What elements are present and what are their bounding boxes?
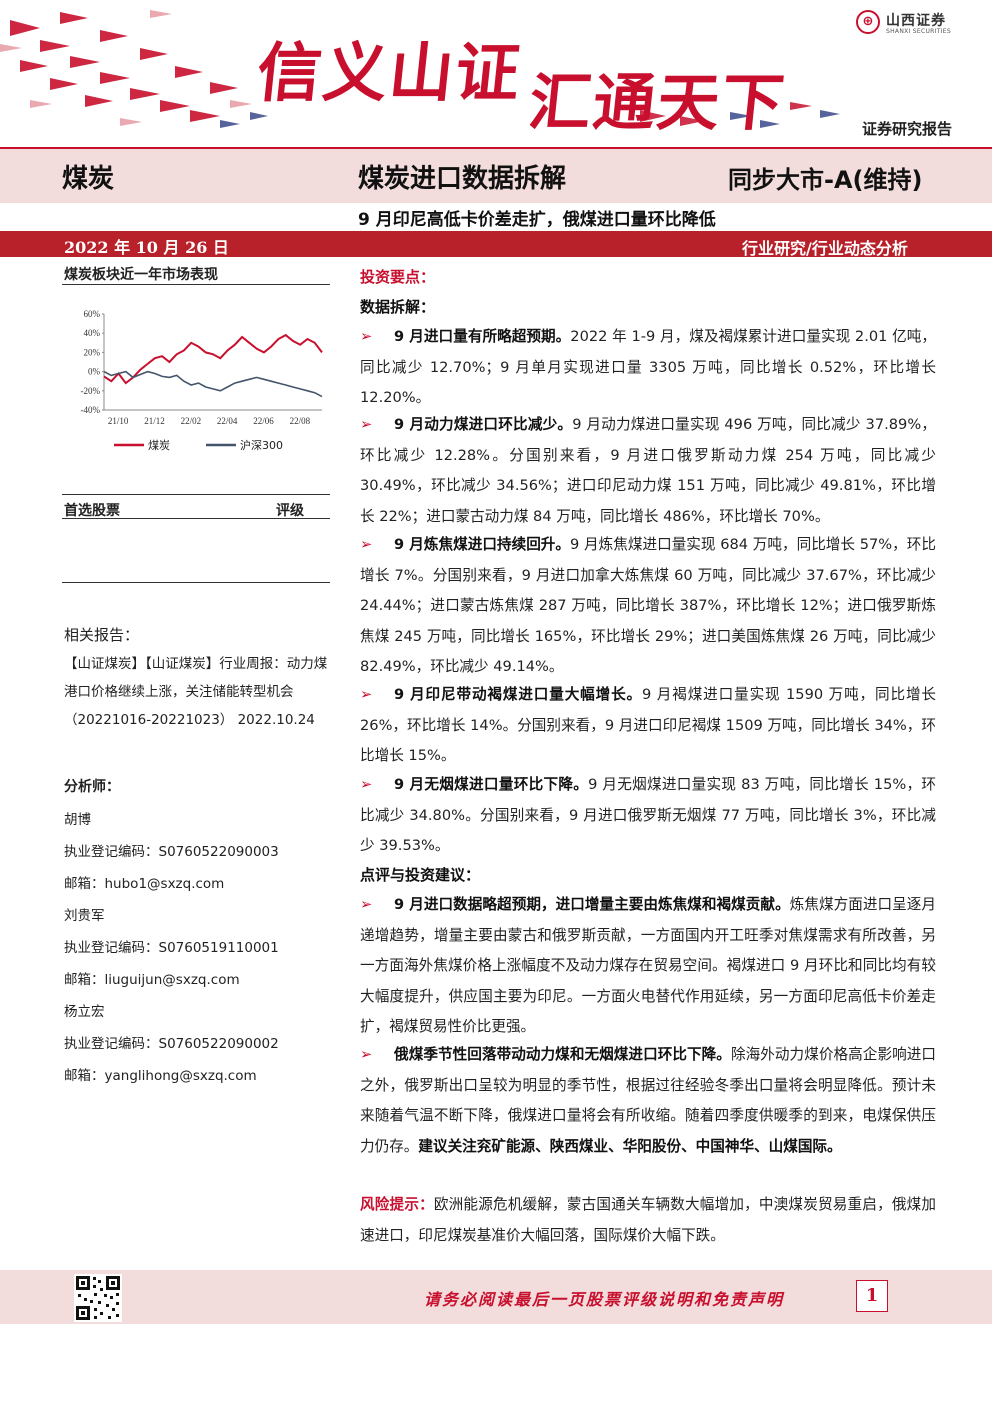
y-tick-label: 40% bbox=[84, 328, 101, 338]
header-banner: 信义山证 汇通天下 ⊕ 山西证券 SHANXI SECURITIES 证券研究报… bbox=[0, 0, 992, 148]
stock-header-left: 首选股票 bbox=[64, 503, 120, 519]
bullet-item: ➢ 9 月进口量有所略超预期。2022 年 1-9 月，煤及褐煤累计进口量实现 2… bbox=[360, 322, 936, 414]
divider bbox=[62, 494, 330, 495]
analyst-license: 执业登记编码：S0760522090003 bbox=[64, 844, 279, 860]
risk-warning: 风险提示：欧洲能源危机缓解，蒙古国通关车辆数大幅增加，中澳煤炭贸易重启，俄煤加速… bbox=[360, 1190, 936, 1251]
data-breakdown-title: 数据拆解： bbox=[360, 298, 436, 316]
slogan-part1: 信义山证 bbox=[253, 37, 526, 111]
research-type: 行业研究/行业动态分析 bbox=[742, 239, 908, 258]
logo-cn-name: 山西证券 bbox=[886, 13, 946, 29]
bullet-item: ➢ 9 月无烟煤进口量环比下降。9 月无烟煤进口量实现 83 万吨，同比增长 15… bbox=[360, 770, 936, 862]
logo-mark-icon: ⊕ bbox=[856, 10, 880, 34]
bullet-lead: 9 月进口量有所略超预期。 bbox=[394, 328, 571, 345]
advice-lead: 俄煤季节性回落带动动力煤和无烟煤进口环比下降。 bbox=[394, 1046, 731, 1063]
analyst-license: 执业登记编码：S0760519110001 bbox=[64, 940, 279, 956]
bullet-lead: 9 月无烟煤进口量环比下降。 bbox=[394, 776, 589, 793]
analyst-name: 胡博 bbox=[64, 812, 91, 828]
y-tick-label: 60% bbox=[84, 309, 101, 319]
advice-item: ➢ 9 月进口数据略超预期，进口增量主要由炼焦煤和褐煤贡献。炼焦煤方面进口呈逐月递… bbox=[360, 890, 936, 1043]
series-line-csi300 bbox=[103, 370, 323, 398]
advice-item: ➢ 俄煤季节性回落带动动力煤和无烟煤进口环比下降。除海外动力煤价格高企影响进口之外… bbox=[360, 1040, 936, 1162]
related-report-link[interactable]: 【山证煤炭】【山证煤炭】行业周报：动力煤港口价格继续上涨，关注储能转型机会（20… bbox=[64, 650, 330, 734]
arrow-bullet-icon: ➢ bbox=[360, 686, 373, 703]
arrow-bullet-icon: ➢ bbox=[360, 896, 373, 913]
x-tick-label: 22/02 bbox=[181, 416, 202, 426]
rating-label: 同步大市-A(维持) bbox=[728, 166, 923, 194]
analyst-title: 分析师： bbox=[64, 779, 120, 795]
analyst-email[interactable]: 邮箱：hubo1@sxzq.com bbox=[64, 872, 224, 892]
y-tick-label: 20% bbox=[84, 347, 101, 357]
decorative-arrows-graphic bbox=[0, 10, 268, 128]
stock-header-right: 评级 bbox=[276, 503, 304, 519]
logo-en-name: SHANXI SECURITIES bbox=[886, 28, 951, 35]
qr-code-graphic bbox=[74, 1274, 122, 1322]
analyst-name: 刘贵军 bbox=[64, 908, 105, 924]
comment-title: 点评与投资建议： bbox=[360, 866, 481, 884]
chart-title: 煤炭板块近一年市场表现 bbox=[64, 267, 218, 283]
arrow-bullet-icon: ➢ bbox=[360, 328, 373, 345]
report-date: 2022 年 10 月 26 日 bbox=[64, 238, 229, 257]
market-performance-chart: 60% 40% 20% 0% -20% -40% 21/10 21/12 22/02 22/04 2… bbox=[64, 300, 330, 460]
qr-code-icon[interactable] bbox=[74, 1274, 122, 1322]
analyst-email[interactable]: 邮箱：yanglihong@sxzq.com bbox=[64, 1064, 257, 1084]
related-reports-title: 相关报告： bbox=[64, 626, 140, 644]
advice-text: 炼焦煤方面进口呈逐月递增趋势，增量主要由蒙古和俄罗斯贡献，一方面国内开工旺季对焦… bbox=[360, 896, 936, 1035]
divider bbox=[62, 518, 330, 519]
invest-points-title: 投资要点： bbox=[360, 268, 436, 286]
analyst-name: 杨立宏 bbox=[64, 1004, 105, 1020]
bullet-lead: 9 月印尼带动褐煤进口量大幅增长。 bbox=[394, 686, 643, 703]
divider bbox=[62, 284, 330, 285]
divider bbox=[62, 582, 330, 583]
y-tick-label: -20% bbox=[81, 386, 101, 396]
x-tick-label: 21/10 bbox=[108, 416, 129, 426]
legend-label: 煤炭 bbox=[148, 439, 170, 452]
y-tick-label: 0% bbox=[88, 367, 101, 377]
arrow-bullet-icon: ➢ bbox=[360, 536, 373, 553]
risk-text: 欧洲能源危机缓解，蒙古国通关车辆数大幅增加，中澳煤炭贸易重启，俄煤加速进口，印尼… bbox=[360, 1196, 936, 1244]
report-subtitle: 9 月印尼高低卡价差走扩，俄煤进口量环比降低 bbox=[358, 210, 716, 230]
x-tick-label: 21/12 bbox=[144, 416, 165, 426]
y-tick-label: -40% bbox=[81, 405, 101, 415]
arrow-bullet-icon: ➢ bbox=[360, 1046, 373, 1063]
page-number: 1 bbox=[856, 1280, 888, 1312]
legend-label: 沪深300 bbox=[240, 438, 283, 452]
bullet-item: ➢ 9 月炼焦煤进口持续回升。9 月炼焦煤进口量实现 684 万吨，同比增长 57… bbox=[360, 530, 936, 683]
arrow-bullet-icon: ➢ bbox=[360, 416, 373, 433]
company-logo: ⊕ 山西证券 SHANXI SECURITIES bbox=[856, 10, 976, 40]
disclaimer-text: 请务必阅读最后一页股票评级说明和免责声明 bbox=[424, 1290, 785, 1309]
bullet-item: ➢ 9 月动力煤进口环比减少。9 月动力煤进口量实现 496 万吨，同比减少 37… bbox=[360, 410, 936, 532]
bullet-lead: 9 月动力煤进口环比减少。 bbox=[394, 416, 573, 433]
analyst-email[interactable]: 邮箱：liuguijun@sxzq.com bbox=[64, 968, 240, 988]
bullet-item: ➢ 9 月印尼带动褐煤进口量大幅增长。9 月褐煤进口量实现 1590 万吨，同比增… bbox=[360, 680, 936, 772]
arrow-bullet-icon: ➢ bbox=[360, 776, 373, 793]
slogan-part2: 汇通天下 bbox=[525, 66, 790, 139]
report-type-label: 证券研究报告 bbox=[862, 120, 953, 138]
x-tick-label: 22/06 bbox=[253, 416, 274, 426]
advice-lead: 9 月进口数据略超预期，进口增量主要由炼焦煤和褐煤贡献。 bbox=[394, 896, 790, 913]
chart-svg: 60% 40% 20% 0% -20% -40% 21/10 21/12 22/02 22/04 2… bbox=[81, 309, 323, 452]
risk-label: 风险提示： bbox=[360, 1196, 434, 1213]
industry-label: 煤炭 bbox=[62, 164, 115, 194]
recommendation: 建议关注兖矿能源、陕西煤业、华阳股份、中国神华、山煤国际。 bbox=[418, 1137, 842, 1155]
bullet-text: 9 月炼焦煤进口量实现 684 万吨，同比增长 57%，环比增长 7%。分国别来… bbox=[360, 536, 936, 675]
analyst-license: 执业登记编码：S0760522090002 bbox=[64, 1036, 279, 1052]
bullet-lead: 9 月炼焦煤进口持续回升。 bbox=[394, 536, 571, 553]
x-tick-label: 22/04 bbox=[217, 416, 238, 426]
report-title: 煤炭进口数据拆解 bbox=[358, 164, 567, 194]
x-tick-label: 22/08 bbox=[290, 416, 311, 426]
